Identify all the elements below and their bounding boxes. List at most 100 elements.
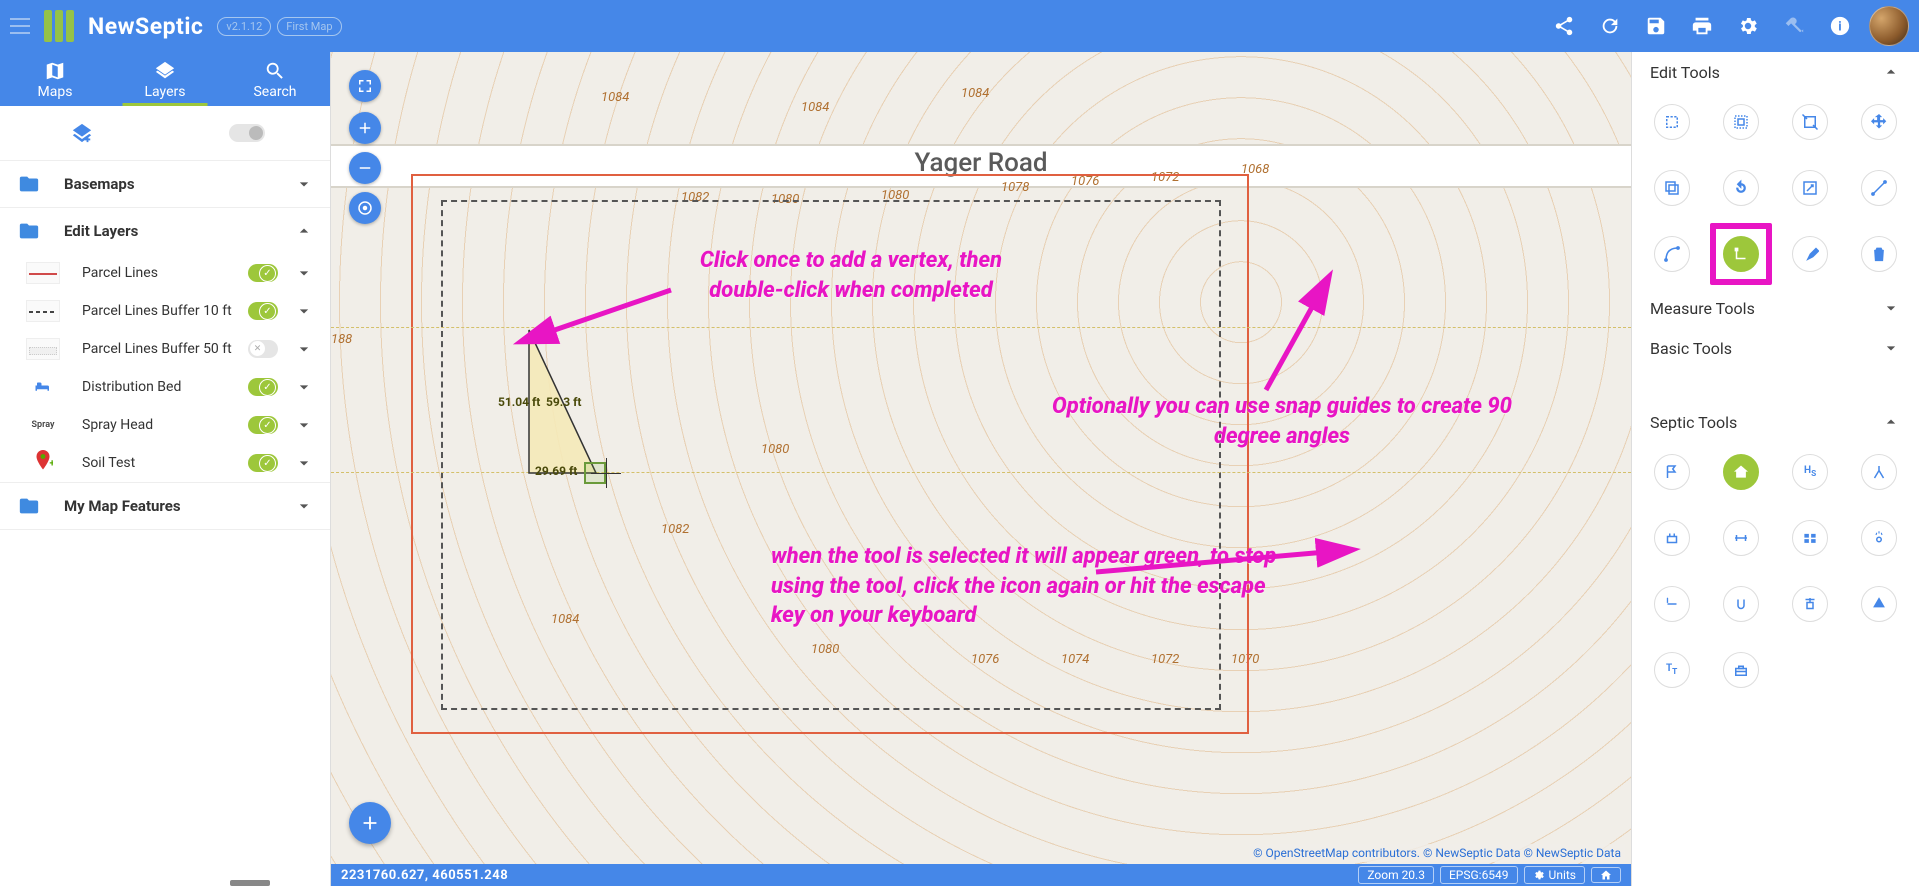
- add-feature-button[interactable]: [349, 802, 391, 844]
- tool-section-title: Measure Tools: [1650, 299, 1881, 318]
- septic-drain-tool[interactable]: [1723, 586, 1759, 622]
- layer-row-distribution-bed: Distribution Bed: [0, 368, 330, 406]
- contour-label: 1084: [961, 86, 989, 101]
- chevron-down-icon[interactable]: [294, 263, 314, 283]
- tools-icon[interactable]: [1771, 3, 1817, 49]
- septic-flag-tool[interactable]: [1654, 454, 1690, 490]
- layer-name: Distribution Bed: [82, 379, 248, 395]
- section-basemaps-title: Basemaps: [64, 175, 294, 193]
- move-tool[interactable]: [1861, 104, 1897, 140]
- layer-toggle[interactable]: [248, 264, 278, 282]
- tool-section-basic: Basic Tools: [1632, 328, 1919, 402]
- septic-house-tool[interactable]: [1723, 454, 1759, 490]
- folder-icon: [16, 495, 42, 517]
- ns-link-2[interactable]: © NewSeptic Data: [1523, 846, 1621, 860]
- septic-arrow-tool[interactable]: [1861, 586, 1897, 622]
- tab-maps[interactable]: Maps: [0, 52, 110, 106]
- tab-layers[interactable]: Layers: [110, 52, 220, 106]
- curve-tool[interactable]: [1654, 236, 1690, 272]
- chevron-down-icon[interactable]: [294, 453, 314, 473]
- septic-tank-tool[interactable]: [1654, 520, 1690, 556]
- septic-pump-tool[interactable]: [1792, 586, 1828, 622]
- add-layer-button[interactable]: [65, 116, 99, 150]
- septic-split-tool[interactable]: [1861, 454, 1897, 490]
- chevron-down-icon[interactable]: [294, 377, 314, 397]
- status-home[interactable]: [1591, 867, 1621, 883]
- chevron-down-icon[interactable]: [294, 301, 314, 321]
- info-icon[interactable]: i: [1817, 3, 1863, 49]
- chevron-down-icon[interactable]: [294, 415, 314, 435]
- chevron-down-icon: [294, 174, 314, 194]
- septic-spray-tool[interactable]: [1861, 520, 1897, 556]
- map-name-badge[interactable]: First Map: [277, 17, 341, 36]
- copy-tool[interactable]: [1654, 170, 1690, 206]
- layer-row-parcel-buffer-50: Parcel Lines Buffer 50 ft: [0, 330, 330, 368]
- menu-icon[interactable]: [10, 18, 30, 34]
- tab-search[interactable]: Search: [220, 52, 330, 106]
- tool-section-measure-header[interactable]: Measure Tools: [1632, 288, 1919, 328]
- settings-icon[interactable]: [1725, 3, 1771, 49]
- map-canvas[interactable]: Yager Road 1084 1084 1084 1082 1080 1080…: [331, 52, 1631, 886]
- crop-tool[interactable]: [1792, 104, 1828, 140]
- rotate-tool[interactable]: [1723, 170, 1759, 206]
- select-all-tool[interactable]: [1723, 104, 1759, 140]
- select-rect-tool[interactable]: [1654, 104, 1690, 140]
- septic-text-tool[interactable]: TT: [1654, 652, 1690, 688]
- layer-toggle[interactable]: [248, 340, 278, 358]
- locate-button[interactable]: [349, 192, 381, 224]
- layer-row-soil-test: + Soil Test: [0, 444, 330, 482]
- status-units[interactable]: Units: [1524, 866, 1585, 884]
- tool-section-septic-header[interactable]: Septic Tools: [1632, 402, 1919, 442]
- septic-toolbox-tool[interactable]: [1723, 652, 1759, 688]
- osm-link[interactable]: © OpenStreetMap contributors.: [1253, 846, 1420, 860]
- layer-name: Parcel Lines Buffer 50 ft: [82, 341, 248, 357]
- ns-link-1[interactable]: © NewSeptic Data: [1423, 846, 1521, 860]
- chevron-up-icon: [294, 221, 314, 241]
- fullscreen-button[interactable]: [349, 70, 381, 102]
- dim-label-bottom: 29.69 ft: [535, 464, 577, 478]
- chevron-up-icon: [1881, 62, 1901, 82]
- delete-tool[interactable]: [1861, 236, 1897, 272]
- chevron-down-icon: [1881, 338, 1901, 358]
- tool-section-basic-header[interactable]: Basic Tools: [1632, 328, 1919, 368]
- line-tool[interactable]: [1861, 170, 1897, 206]
- scale-tool[interactable]: [1792, 170, 1828, 206]
- layer-toggle[interactable]: [248, 302, 278, 320]
- folder-icon: [16, 173, 42, 195]
- tool-section-edit-header[interactable]: Edit Tools: [1632, 52, 1919, 92]
- layer-swatch: [26, 376, 60, 398]
- septic-width-tool[interactable]: [1723, 520, 1759, 556]
- zoom-in-button[interactable]: [349, 112, 381, 144]
- chevron-down-icon[interactable]: [294, 339, 314, 359]
- section-edit-layers-header[interactable]: Edit Layers: [0, 208, 330, 254]
- tool-section-measure: Measure Tools: [1632, 288, 1919, 328]
- refresh-icon[interactable]: [1587, 3, 1633, 49]
- layer-toggle[interactable]: [248, 378, 278, 396]
- snap-guide-tool[interactable]: [1723, 236, 1759, 272]
- septic-info-tool[interactable]: i: [1654, 586, 1690, 622]
- septic-hs-tool[interactable]: HS: [1792, 454, 1828, 490]
- tab-maps-label: Maps: [38, 84, 73, 100]
- septic-grid-tool[interactable]: [1792, 520, 1828, 556]
- status-bar: 2231760.627, 460551.248 Zoom 20.3 EPSG:6…: [331, 864, 1631, 886]
- toggle-all-layers[interactable]: [229, 124, 265, 142]
- layer-swatch: +: [26, 452, 60, 474]
- tool-section-septic: Septic Tools HS i TT: [1632, 402, 1919, 704]
- user-avatar[interactable]: [1869, 6, 1909, 46]
- drag-handle[interactable]: [230, 880, 270, 886]
- cursor-crosshair: [595, 462, 617, 484]
- print-icon[interactable]: [1679, 3, 1725, 49]
- zoom-out-button[interactable]: [349, 152, 381, 184]
- contour-label: 1084: [801, 100, 829, 115]
- status-epsg[interactable]: EPSG:6549: [1440, 866, 1518, 884]
- layer-toggle[interactable]: [248, 416, 278, 434]
- status-zoom[interactable]: Zoom 20.3: [1358, 866, 1434, 884]
- section-basemaps-header[interactable]: Basemaps: [0, 161, 330, 207]
- layer-toggle[interactable]: [248, 454, 278, 472]
- save-icon[interactable]: [1633, 3, 1679, 49]
- app-header: NewSeptic v2.1.12 First Map i: [0, 0, 1919, 52]
- share-icon[interactable]: [1541, 3, 1587, 49]
- section-basemaps: Basemaps: [0, 161, 330, 208]
- section-my-map-features-header[interactable]: My Map Features: [0, 483, 330, 529]
- brush-tool[interactable]: [1792, 236, 1828, 272]
